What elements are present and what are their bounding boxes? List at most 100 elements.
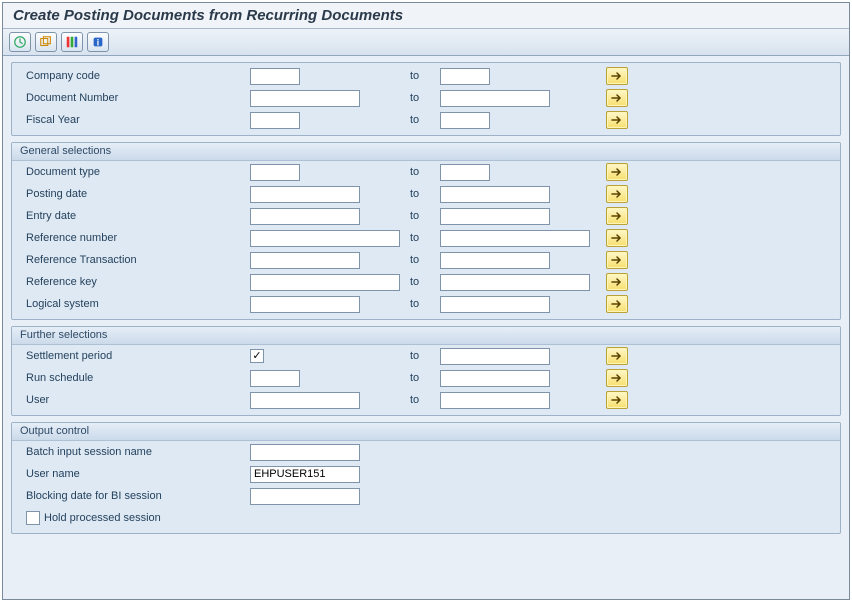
multiple-selection-button[interactable] — [606, 251, 628, 269]
field-label: Blocking date for BI session — [20, 490, 250, 502]
selection-row: Reference keyto — [12, 271, 840, 293]
arrow-right-icon — [611, 211, 623, 221]
range-input[interactable] — [440, 370, 550, 387]
to-label: to — [410, 188, 440, 200]
range-input[interactable] — [440, 164, 490, 181]
to-label: to — [410, 254, 440, 266]
info-icon: i — [91, 35, 105, 49]
selection-row: Document typeto — [12, 161, 840, 183]
selection-row: Reference Transaction to — [12, 249, 840, 271]
multiple-selection-button[interactable] — [606, 347, 628, 365]
field-label: Document Number — [20, 92, 250, 104]
get-variant-button[interactable] — [35, 32, 57, 52]
range-input[interactable] — [440, 348, 550, 365]
selection-row: Logical system to — [12, 293, 840, 315]
multiple-selection-button[interactable] — [606, 185, 628, 203]
selection-row: Settlement periodto — [12, 345, 840, 367]
multiple-selection-button[interactable] — [606, 369, 628, 387]
range-input[interactable] — [250, 164, 300, 181]
range-input[interactable] — [250, 370, 300, 387]
field-label: Reference Transaction — [20, 254, 250, 266]
multiple-selection-button[interactable] — [606, 207, 628, 225]
multiple-selection-button[interactable] — [606, 273, 628, 291]
range-input[interactable] — [250, 252, 360, 269]
field-label: Reference number — [20, 232, 250, 244]
range-input[interactable] — [250, 112, 300, 129]
field-label: Batch input session name — [20, 446, 250, 458]
field-label: Company code — [20, 70, 250, 82]
to-label: to — [410, 232, 440, 244]
range-input[interactable] — [250, 68, 300, 85]
arrow-right-icon — [611, 71, 623, 81]
execute-button[interactable] — [9, 32, 31, 52]
arrow-right-icon — [611, 115, 623, 125]
clock-execute-icon — [13, 35, 27, 49]
multiple-selection-button[interactable] — [606, 229, 628, 247]
info-button[interactable]: i — [87, 32, 109, 52]
range-input[interactable] — [440, 230, 590, 247]
multiple-selection-button[interactable] — [606, 163, 628, 181]
app-frame: Create Posting Documents from Recurring … — [2, 2, 850, 600]
range-input[interactable] — [440, 186, 550, 203]
arrow-right-icon — [611, 189, 623, 199]
range-input[interactable] — [250, 392, 360, 409]
output-input[interactable] — [250, 466, 360, 483]
range-input[interactable] — [250, 90, 360, 107]
hold-processed-row: Hold processed session — [12, 507, 840, 529]
to-label: to — [410, 166, 440, 178]
selection-row: Document Numberto — [12, 87, 840, 109]
output-row: User name — [12, 463, 840, 485]
arrow-right-icon — [611, 277, 623, 287]
selection-row: Entry dateto — [12, 205, 840, 227]
selection-row: Reference number to — [12, 227, 840, 249]
svg-text:i: i — [97, 38, 99, 48]
field-label: Posting date — [20, 188, 250, 200]
multiple-selection-button[interactable] — [606, 391, 628, 409]
arrow-right-icon — [611, 299, 623, 309]
to-label: to — [410, 70, 440, 82]
range-input[interactable] — [440, 112, 490, 129]
settlement-period-checkbox[interactable] — [250, 349, 264, 363]
range-input[interactable] — [250, 274, 400, 291]
range-input[interactable] — [250, 230, 400, 247]
selection-row: Posting date to — [12, 183, 840, 205]
field-label: Fiscal Year — [20, 114, 250, 126]
general-selections-title: General selections — [12, 143, 840, 161]
to-label: to — [410, 114, 440, 126]
range-input[interactable] — [440, 252, 550, 269]
output-control-group: Output control Batch input session name U… — [11, 422, 841, 534]
selection-row: Userto — [12, 389, 840, 411]
field-label: Settlement period — [20, 350, 250, 362]
field-label: Run schedule — [20, 372, 250, 384]
output-control-title: Output control — [12, 423, 840, 441]
output-row: Blocking date for BI session — [12, 485, 840, 507]
multiple-selection-button[interactable] — [606, 67, 628, 85]
field-label: Entry date — [20, 210, 250, 222]
range-input[interactable] — [250, 186, 360, 203]
selection-top: Company codetoDocument NumbertoFiscal Ye… — [11, 62, 841, 136]
range-input[interactable] — [440, 274, 590, 291]
hold-processed-checkbox[interactable] — [26, 511, 40, 525]
to-label: to — [410, 394, 440, 406]
to-label: to — [410, 372, 440, 384]
field-label: Reference key — [20, 276, 250, 288]
multiple-selection-button[interactable] — [606, 111, 628, 129]
range-input[interactable] — [440, 208, 550, 225]
range-input[interactable] — [250, 208, 360, 225]
range-input[interactable] — [440, 90, 550, 107]
output-input[interactable] — [250, 444, 360, 461]
multiple-selection-button[interactable] — [606, 89, 628, 107]
multiple-selection-button[interactable] — [606, 295, 628, 313]
range-input[interactable] — [250, 296, 360, 313]
field-label: Logical system — [20, 298, 250, 310]
output-input[interactable] — [250, 488, 360, 505]
arrow-right-icon — [611, 373, 623, 383]
further-selections-group: Further selections Settlement periodtoRu… — [11, 326, 841, 416]
range-input[interactable] — [440, 296, 550, 313]
range-input[interactable] — [440, 68, 490, 85]
color-legend-button[interactable] — [61, 32, 83, 52]
field-label: User name — [20, 468, 250, 480]
hold-processed-label: Hold processed session — [44, 512, 161, 524]
to-label: to — [410, 298, 440, 310]
range-input[interactable] — [440, 392, 550, 409]
